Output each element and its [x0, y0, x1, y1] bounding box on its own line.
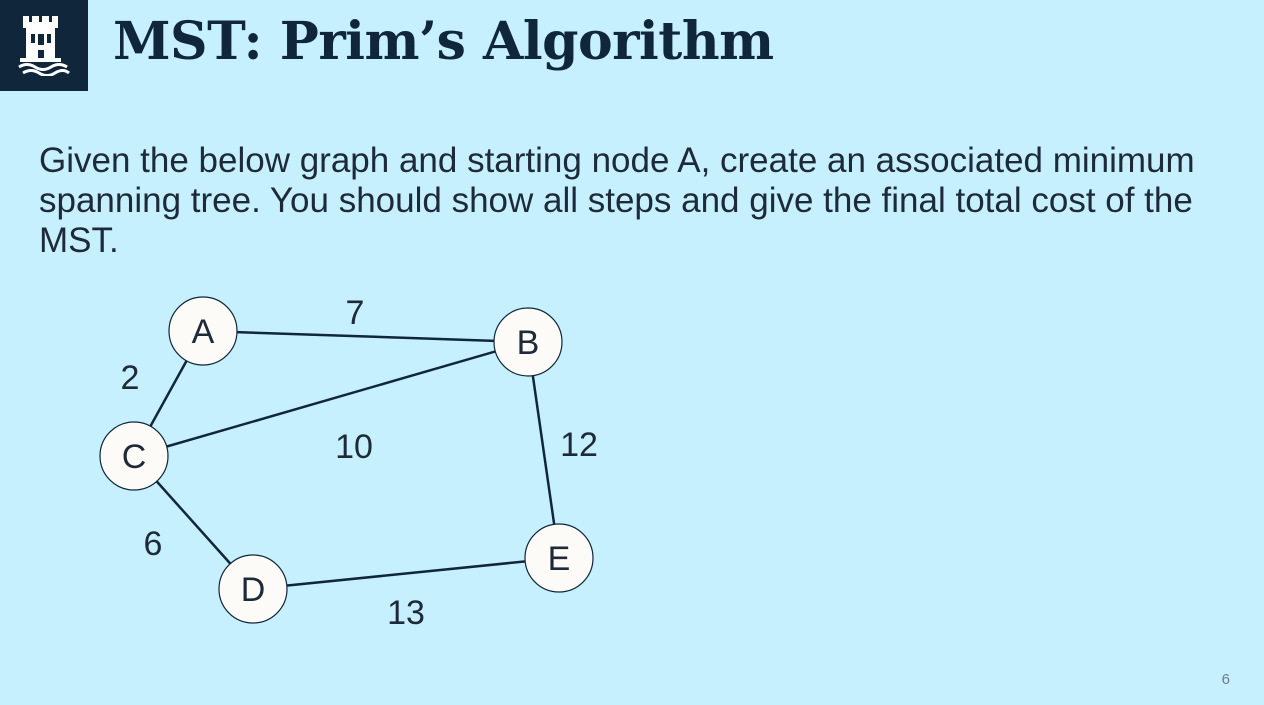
- weight-c-d: 6: [144, 525, 163, 563]
- edge-d-e: [252, 556, 560, 591]
- node-label-b: B: [517, 324, 540, 362]
- node-c: C: [99, 421, 169, 491]
- node-d: D: [218, 554, 288, 624]
- weight-d-e: 13: [387, 594, 425, 632]
- edge-a-b: [202, 329, 529, 344]
- node-b: B: [493, 307, 563, 377]
- graph-diagram: 7 2 10 12 6 13 A B C D E: [99, 294, 598, 632]
- weight-a-c: 2: [121, 359, 140, 397]
- weight-a-b: 7: [346, 294, 365, 332]
- node-label-d: D: [241, 571, 266, 609]
- weight-b-e: 12: [560, 426, 598, 464]
- node-label-c: C: [122, 438, 147, 476]
- node-e: E: [524, 523, 594, 593]
- weight-c-b: 10: [335, 428, 373, 466]
- node-label-a: A: [192, 313, 215, 351]
- page-number: 6: [1221, 671, 1230, 688]
- node-label-e: E: [548, 540, 571, 578]
- node-a: A: [168, 296, 238, 366]
